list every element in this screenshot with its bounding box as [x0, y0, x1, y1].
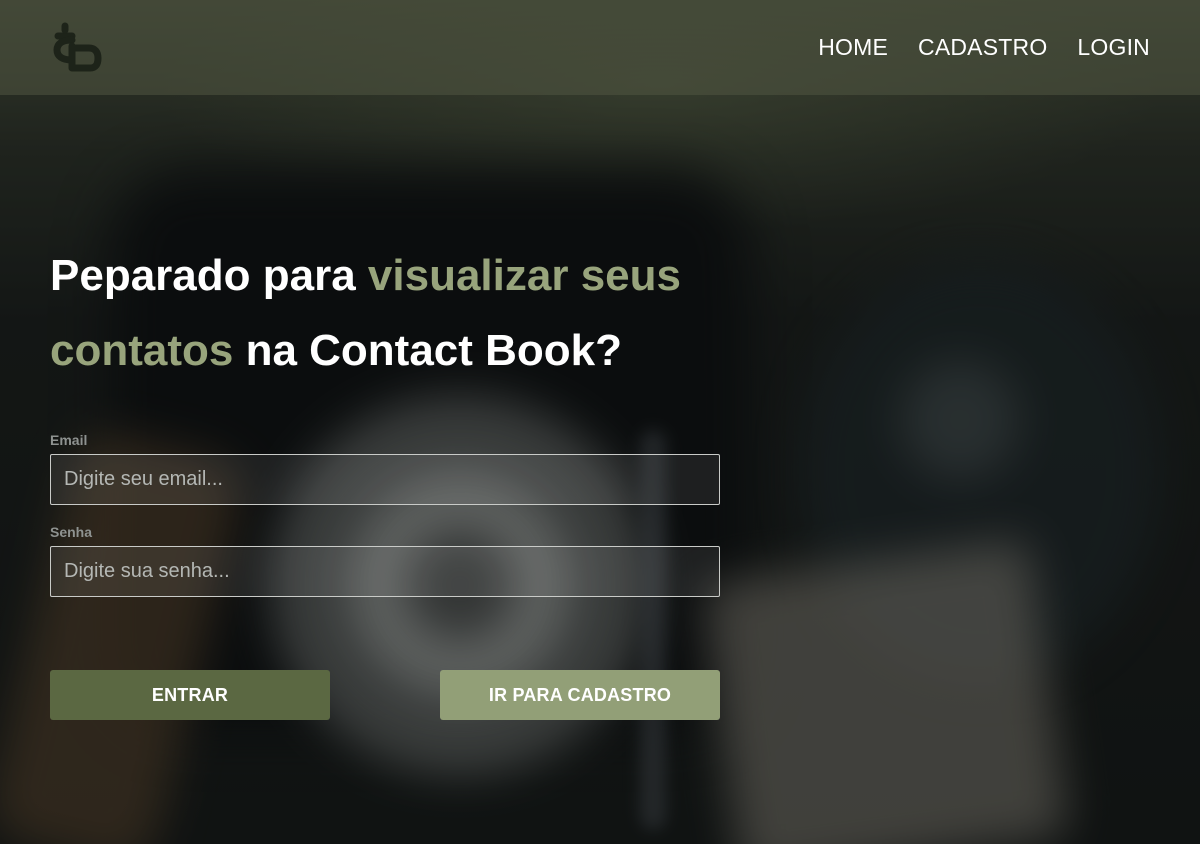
email-label: Email: [50, 432, 88, 448]
nav-login-link[interactable]: LOGIN: [1077, 34, 1150, 61]
nav-cadastro-link[interactable]: CADASTRO: [918, 34, 1047, 61]
email-field-group: Email: [50, 432, 720, 505]
main-nav: HOME CADASTRO LOGIN: [818, 34, 1150, 61]
nav-home-link[interactable]: HOME: [818, 34, 888, 61]
password-label: Senha: [50, 524, 93, 540]
top-navbar: HOME CADASTRO LOGIN: [0, 0, 1200, 95]
password-input[interactable]: [50, 546, 720, 597]
form-actions: ENTRAR IR PARA CADASTRO: [50, 670, 720, 720]
email-input[interactable]: [50, 454, 720, 505]
go-to-register-button[interactable]: IR PARA CADASTRO: [440, 670, 720, 720]
contact-book-logo-icon: [53, 22, 102, 71]
login-form: Email Senha: [50, 432, 720, 616]
logo-link[interactable]: [50, 22, 102, 74]
headline-text-part2: na Contact Book?: [233, 326, 623, 375]
hero-headline: Peparado para visualizar seus contatos n…: [50, 238, 770, 388]
login-button[interactable]: ENTRAR: [50, 670, 330, 720]
headline-text-part1: Peparado para: [50, 251, 368, 300]
password-field-group: Senha: [50, 524, 720, 597]
hero-section: Peparado para visualizar seus contatos n…: [50, 238, 770, 388]
login-page: HOME CADASTRO LOGIN Peparado para visual…: [0, 0, 1200, 844]
